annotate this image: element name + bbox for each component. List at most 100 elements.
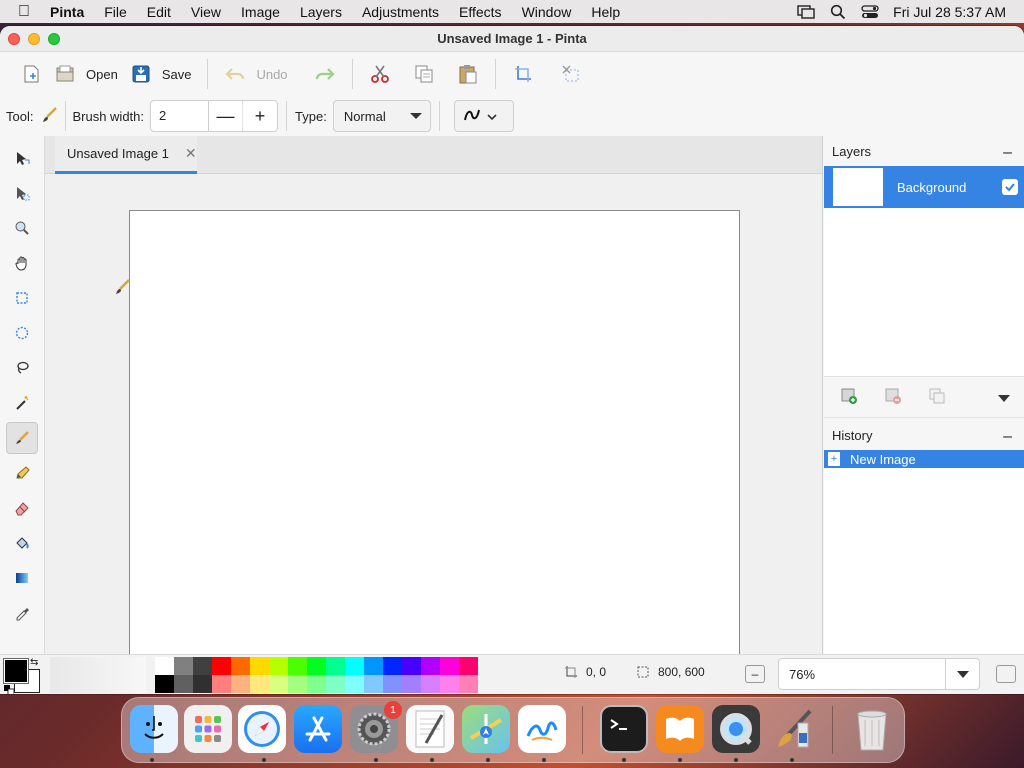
pencil-tool[interactable]: [6, 457, 38, 489]
move-selected-tool[interactable]: [6, 142, 38, 174]
undo-button[interactable]: Undo: [218, 58, 293, 90]
palette-swatch[interactable]: [231, 675, 250, 693]
palette-swatch[interactable]: [364, 675, 383, 693]
primary-color-swatch[interactable]: [3, 658, 29, 684]
brush-width-decrease-button[interactable]: —: [209, 101, 244, 131]
image-canvas[interactable]: [129, 210, 740, 668]
menu-clock[interactable]: Fri Jul 28 5:37 AM: [893, 4, 1006, 20]
brush-width-increase-button[interactable]: +: [243, 101, 277, 131]
maps-icon[interactable]: [462, 705, 510, 753]
layer-menu-dropdown[interactable]: [998, 395, 1010, 402]
palette-swatch[interactable]: [269, 675, 288, 693]
palette-swatch[interactable]: [193, 657, 212, 675]
palette-swatch[interactable]: [459, 657, 478, 675]
rectangle-select-tool[interactable]: [6, 282, 38, 314]
new-image-button[interactable]: [14, 58, 48, 90]
layer-visibility-checkbox[interactable]: [1002, 179, 1018, 195]
antialiasing-dropdown[interactable]: [453, 100, 514, 132]
palette-swatch[interactable]: [402, 657, 421, 675]
palette-swatch[interactable]: [193, 675, 212, 693]
palette-swatch[interactable]: [212, 675, 231, 693]
delete-layer-icon[interactable]: [884, 387, 902, 408]
history-item[interactable]: + New Image: [824, 450, 1024, 468]
palette-swatch[interactable]: [174, 675, 193, 693]
paint-bucket-tool[interactable]: [6, 527, 38, 559]
system-settings-icon[interactable]: 1: [350, 701, 402, 753]
spotlight-search-icon[interactable]: [829, 4, 847, 19]
palette-swatch[interactable]: [269, 657, 288, 675]
cut-button[interactable]: [363, 58, 397, 90]
palette-swatch[interactable]: [383, 675, 402, 693]
save-button[interactable]: Save: [124, 58, 198, 90]
deselect-all-button[interactable]: [554, 58, 588, 90]
palette-swatch[interactable]: [155, 675, 174, 693]
menu-help[interactable]: Help: [581, 4, 630, 20]
menu-layers[interactable]: Layers: [290, 4, 352, 20]
palette-swatch[interactable]: [155, 657, 174, 675]
zoom-out-button[interactable]: –: [745, 665, 765, 683]
menu-effects[interactable]: Effects: [449, 4, 512, 20]
menu-app-name[interactable]: Pinta: [40, 4, 94, 20]
terminal-icon[interactable]: [600, 705, 648, 753]
document-tab[interactable]: Unsaved Image 1 ✕: [55, 136, 197, 174]
palette-swatch[interactable]: [288, 675, 307, 693]
apple-menu-icon[interactable]: : [12, 3, 40, 21]
trash-icon[interactable]: [848, 705, 896, 753]
zoom-tool[interactable]: [6, 212, 38, 244]
screen-mirroring-icon[interactable]: [797, 4, 815, 19]
palette-swatch[interactable]: [383, 657, 402, 675]
ellipse-select-tool[interactable]: [6, 317, 38, 349]
palette-swatch[interactable]: [250, 675, 269, 693]
add-layer-icon[interactable]: [840, 387, 858, 408]
menu-adjustments[interactable]: Adjustments: [352, 4, 449, 20]
menu-image[interactable]: Image: [231, 4, 290, 20]
palette-swatch[interactable]: [345, 675, 364, 693]
layer-row-background[interactable]: Background: [824, 166, 1024, 208]
paintbrush-tool[interactable]: [6, 422, 38, 454]
palette-swatch[interactable]: [440, 657, 459, 675]
zoom-value[interactable]: 76%: [779, 667, 945, 682]
collapse-history-button[interactable]: –: [1003, 428, 1012, 446]
palette-swatch[interactable]: [212, 657, 231, 675]
palette-swatch[interactable]: [307, 675, 326, 693]
swap-colors-icon[interactable]: ⇆: [30, 657, 38, 668]
lasso-select-tool[interactable]: [6, 352, 38, 384]
palette-swatch[interactable]: [307, 657, 326, 675]
finder-icon[interactable]: [130, 705, 178, 753]
zoom-dropdown[interactable]: 76%: [778, 658, 980, 690]
palette-swatch[interactable]: [364, 657, 383, 675]
gradient-tool[interactable]: [6, 562, 38, 594]
open-button[interactable]: Open: [48, 58, 124, 90]
palette-swatch[interactable]: [326, 675, 345, 693]
zoom-fit-button[interactable]: [996, 665, 1016, 683]
safari-icon[interactable]: [238, 705, 286, 753]
color-picker-tool[interactable]: [6, 597, 38, 629]
textedit-icon[interactable]: [406, 705, 454, 753]
collapse-layers-button[interactable]: –: [1003, 144, 1012, 162]
menu-edit[interactable]: Edit: [137, 4, 181, 20]
menu-file[interactable]: File: [94, 4, 137, 20]
pinta-icon[interactable]: [768, 705, 816, 753]
palette-swatch[interactable]: [231, 657, 250, 675]
app-store-icon[interactable]: [294, 705, 342, 753]
brush-type-dropdown[interactable]: Normal: [332, 100, 431, 132]
control-center-icon[interactable]: [861, 4, 879, 19]
close-tab-icon[interactable]: ✕: [185, 145, 197, 162]
magic-wand-tool[interactable]: [6, 387, 38, 419]
palette-swatch[interactable]: [421, 675, 440, 693]
palette-swatch[interactable]: [250, 657, 269, 675]
eraser-tool[interactable]: [6, 492, 38, 524]
quicktime-icon[interactable]: [712, 705, 760, 753]
paste-button[interactable]: [451, 58, 485, 90]
palette-swatch[interactable]: [459, 675, 478, 693]
palette-swatch[interactable]: [174, 657, 193, 675]
duplicate-layer-icon[interactable]: [928, 387, 946, 408]
palette-swatch[interactable]: [440, 675, 459, 693]
pan-tool[interactable]: [6, 247, 38, 279]
palette-swatch[interactable]: [326, 657, 345, 675]
palette-swatch[interactable]: [402, 675, 421, 693]
brush-width-input[interactable]: 2: [151, 101, 210, 131]
crop-to-selection-button[interactable]: [506, 58, 540, 90]
books-icon[interactable]: [656, 705, 704, 753]
palette-swatch[interactable]: [288, 657, 307, 675]
